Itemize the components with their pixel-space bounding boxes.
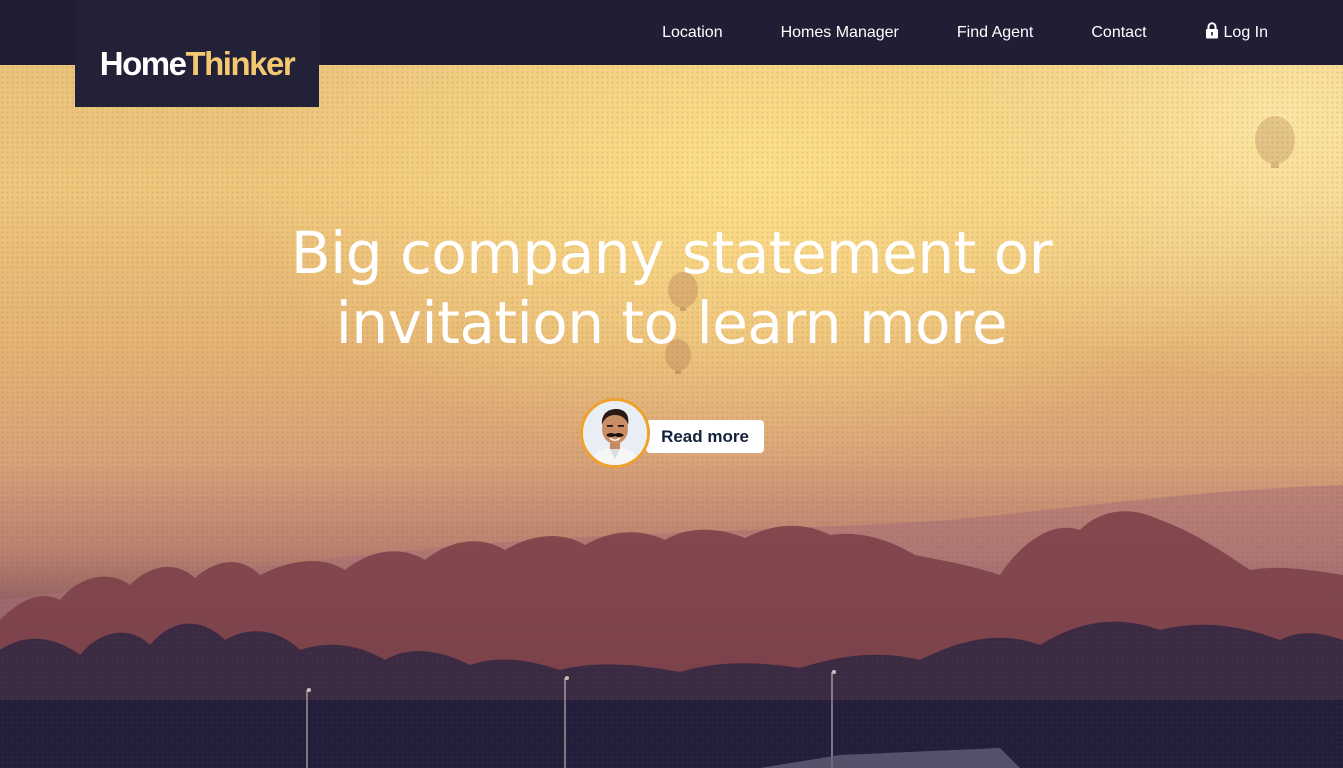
balloon-large bbox=[1255, 116, 1295, 168]
hero-section bbox=[0, 0, 1343, 768]
hero-headline-line-2: invitation to learn more bbox=[335, 289, 1008, 357]
read-more-cta[interactable]: Read more bbox=[580, 398, 770, 470]
nav-find-agent[interactable]: Find Agent bbox=[957, 24, 1034, 42]
nav-location[interactable]: Location bbox=[662, 24, 723, 42]
nav-homes-manager[interactable]: Homes Manager bbox=[781, 24, 899, 42]
nav-login-label: Log In bbox=[1223, 23, 1268, 41]
hero-headline: Big company statement or invitation to l… bbox=[200, 218, 1143, 358]
speech-bubble[interactable]: Read more bbox=[646, 420, 764, 453]
nav-contact[interactable]: Contact bbox=[1091, 24, 1146, 42]
hero-headline-line-1: Big company statement or bbox=[290, 219, 1053, 287]
person-avatar[interactable] bbox=[580, 398, 650, 468]
person-portrait bbox=[583, 401, 647, 465]
nav-login[interactable]: Log In bbox=[1205, 22, 1268, 42]
logo-part-b: Thinker bbox=[185, 44, 295, 82]
logo-part-a: Home bbox=[99, 44, 187, 82]
logo-home-link[interactable]: HomeThinker bbox=[75, 0, 319, 107]
lock-icon bbox=[1205, 22, 1218, 39]
site-logo: HomeThinker bbox=[99, 44, 296, 83]
landscape-illustration bbox=[0, 116, 1343, 768]
ground bbox=[0, 700, 1343, 768]
read-more-label: Read more bbox=[661, 427, 749, 446]
main-nav: Location Homes Manager Find Agent Contac… bbox=[604, 0, 1268, 65]
